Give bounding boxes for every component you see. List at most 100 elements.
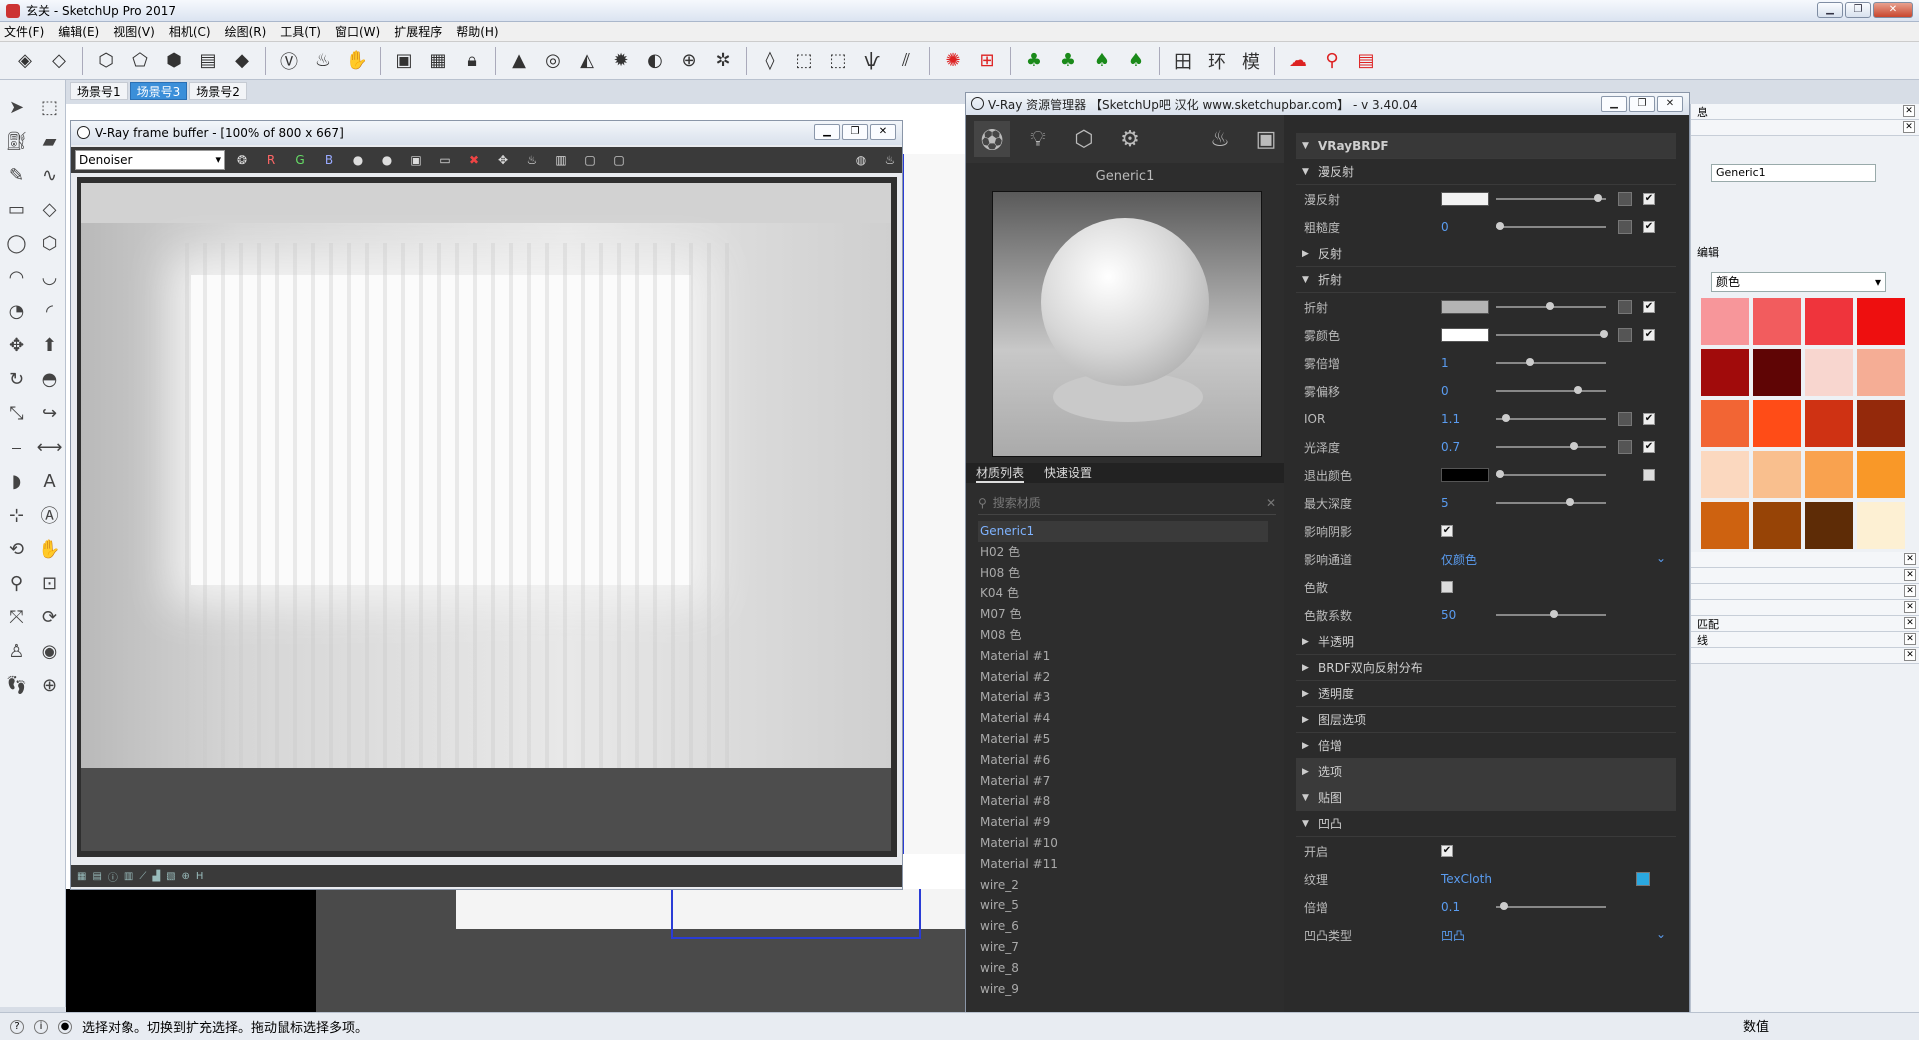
fog-map-button[interactable] — [1618, 328, 1632, 342]
lens-icon[interactable]: ▥ — [549, 150, 573, 170]
tree4-icon[interactable]: ♠ — [1121, 46, 1151, 76]
color-swatch[interactable] — [1753, 349, 1801, 396]
color-swatch[interactable] — [1805, 298, 1853, 345]
list-item[interactable]: H02 色 — [978, 542, 1268, 563]
settings-icon[interactable]: ◍ — [849, 150, 873, 170]
color-swatch[interactable] — [1701, 451, 1749, 498]
tree2-icon[interactable]: ♣ — [1053, 46, 1083, 76]
list-item[interactable]: M08 色 — [978, 625, 1268, 646]
close-icon[interactable]: ✕ — [1904, 569, 1916, 581]
curve-icon[interactable]: ⟋ — [139, 871, 146, 882]
list-item[interactable]: wire_2 — [978, 875, 1268, 896]
list-item[interactable]: Material #5 — [978, 729, 1268, 750]
vfb-close-button[interactable]: ✕ — [870, 124, 896, 140]
scene-tab-3[interactable]: 场景号3 — [129, 82, 188, 100]
tray-match-bar[interactable]: 匹配 ✕ — [1691, 616, 1919, 632]
pan-icon[interactable]: ✋ — [33, 532, 66, 566]
gloss-checkbox[interactable]: ✔ — [1643, 441, 1655, 453]
vray-icon[interactable]: Ⓥ — [274, 46, 304, 76]
section-layer-options[interactable]: ▶ 图层选项 — [1296, 707, 1676, 733]
refraction-checkbox[interactable]: ✔ — [1643, 301, 1655, 313]
affect-channels-select[interactable]: 仅颜色 — [1441, 551, 1477, 568]
blue-channel-button[interactable]: B — [317, 150, 341, 170]
arc2-icon[interactable]: ◡ — [33, 260, 66, 294]
tree3-icon[interactable]: ♠ — [1087, 46, 1117, 76]
model-icon[interactable]: 模 — [1236, 46, 1266, 76]
compare-icon[interactable]: ▢ — [607, 150, 631, 170]
tray-bar[interactable]: ✕ — [1691, 552, 1919, 568]
list-item[interactable]: Material #4 — [978, 708, 1268, 729]
tab-material-list[interactable]: 材质列表 — [976, 463, 1025, 483]
gloss-map-button[interactable] — [1618, 440, 1632, 454]
lut-icon[interactable]: ▧ — [166, 871, 175, 882]
list-item[interactable]: wire_8 — [978, 958, 1268, 979]
box-icon[interactable]: ◈ — [10, 46, 40, 76]
menu-window[interactable]: 窗口(W) — [335, 23, 380, 40]
grass-icon[interactable]: ѱ — [857, 46, 887, 76]
section-refraction[interactable]: ▼ 折射 — [1296, 267, 1676, 293]
frame-icon[interactable]: ▣ — [389, 46, 419, 76]
list-item[interactable]: H08 色 — [978, 563, 1268, 584]
exit-color-checkbox[interactable] — [1643, 469, 1655, 481]
color-swatch[interactable] — [1857, 349, 1905, 396]
close-icon[interactable]: ✕ — [1903, 121, 1915, 133]
circle-icon[interactable]: ◯ — [0, 226, 33, 260]
dimension-icon[interactable]: ⟷ — [33, 430, 66, 464]
zoom-extents-icon[interactable]: ⤧ — [0, 600, 33, 634]
color-swatch[interactable] — [1753, 502, 1801, 549]
diffuse-color-swatch[interactable] — [1441, 192, 1489, 206]
ior-map-button[interactable] — [1618, 412, 1632, 426]
section-plane-icon[interactable]: ⊕ — [33, 668, 66, 702]
cap-icon[interactable]: ▲ — [504, 46, 534, 76]
tray-edit-tab[interactable]: 编辑 — [1691, 244, 1719, 260]
restore-button[interactable]: ❐ — [1845, 2, 1871, 18]
cloud-icon[interactable]: ☁ — [1283, 46, 1313, 76]
material-search[interactable]: ⚲ 搜索材质 ✕ — [978, 491, 1276, 515]
render-teapot-icon[interactable]: ♨ — [1202, 121, 1238, 157]
rotate-icon[interactable]: ↻ — [0, 362, 33, 396]
scale-icon[interactable]: ⤡ — [0, 396, 33, 430]
tree-icon[interactable]: ♣ — [1019, 46, 1049, 76]
render-canvas[interactable] — [77, 177, 897, 857]
previous-view-icon[interactable]: ⟳ — [33, 600, 66, 634]
vfb-minimize-button[interactable]: ▁ — [814, 124, 840, 140]
h-icon[interactable]: H — [196, 871, 204, 882]
correction-icon[interactable]: ▦ — [77, 871, 86, 882]
affect-shadows-checkbox[interactable]: ✔ — [1441, 525, 1453, 537]
list-item[interactable]: Material #10 — [978, 833, 1268, 854]
chevron-down-icon[interactable]: ⌄ — [1656, 927, 1666, 941]
erase-icon[interactable]: ◇ — [44, 46, 74, 76]
roughness-map-button[interactable] — [1618, 220, 1632, 234]
list-item[interactable]: Material #1 — [978, 646, 1268, 667]
region-icon[interactable]: ✥ — [491, 150, 515, 170]
texture-map-icon[interactable] — [1636, 872, 1650, 886]
doc-icon[interactable]: ▤ — [1351, 46, 1381, 76]
cone-icon[interactable]: ◭ — [572, 46, 602, 76]
color-swatch[interactable] — [1701, 400, 1749, 447]
arc-icon[interactable]: ◠ — [0, 260, 33, 294]
menu-draw[interactable]: 绘图(R) — [225, 23, 267, 40]
zoom-icon[interactable]: ⚲ — [0, 566, 33, 600]
menu-view[interactable]: 视图(V) — [113, 23, 155, 40]
list-item[interactable]: Material #9 — [978, 812, 1268, 833]
list-item[interactable]: wire_6 — [978, 916, 1268, 937]
list-item[interactable]: Material #2 — [978, 667, 1268, 688]
layers-icon[interactable]: ▤ — [193, 46, 223, 76]
dispersion-checkbox[interactable] — [1441, 581, 1453, 593]
freehand-icon[interactable]: ∿ — [33, 158, 66, 192]
fog-color-swatch[interactable] — [1441, 328, 1489, 342]
green-channel-button[interactable]: G — [288, 150, 312, 170]
color-swatch[interactable] — [1857, 502, 1905, 549]
hist-icon[interactable]: ▟ — [152, 871, 160, 882]
vray-minimize-button[interactable]: ▁ — [1601, 96, 1627, 112]
refraction-color-swatch[interactable] — [1441, 300, 1489, 314]
rotated-rect-icon[interactable]: ◇ — [33, 192, 66, 226]
polygon-icon[interactable]: ⬡ — [33, 226, 66, 260]
paint-bucket-icon[interactable]: ⛽︎ — [0, 124, 33, 158]
minimize-button[interactable]: ▁ — [1817, 2, 1843, 18]
section-vraybrdf[interactable]: ▼ VRayBRDF — [1296, 133, 1676, 159]
vray-close-button[interactable]: ✕ — [1657, 96, 1683, 112]
menu-extensions[interactable]: 扩展程序 — [394, 23, 442, 40]
fur-icon[interactable]: ⫽ — [891, 46, 921, 76]
move-icon[interactable]: ✥ — [0, 328, 33, 362]
